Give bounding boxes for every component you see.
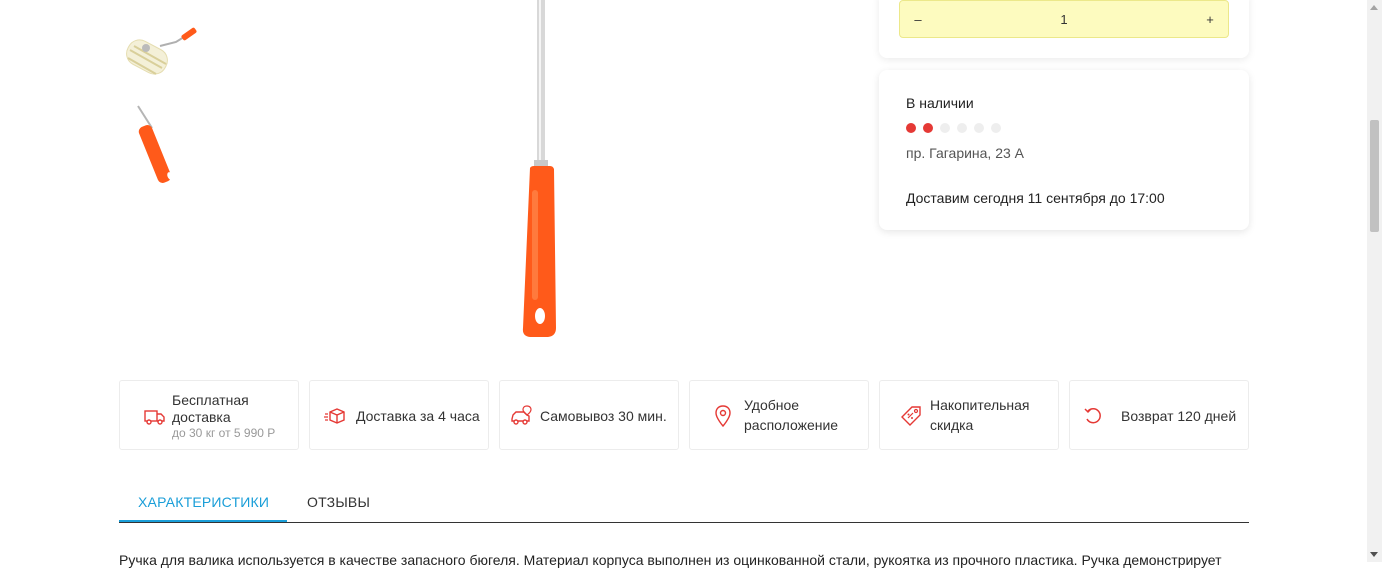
- feature-label-line1: Накопительная: [930, 397, 1030, 413]
- availability-card: В наличии пр. Гагарина, 23 А Доставим се…: [879, 70, 1249, 230]
- feature-sublabel: до 30 кг от 5 990 Р: [172, 426, 276, 440]
- delivery-info: Доставим сегодня 11 сентября до 17:00: [906, 190, 1165, 206]
- feature-label: Доставка за 4 часа: [356, 408, 480, 424]
- feature-label-line2: расположение: [744, 417, 839, 433]
- stock-dot: [974, 123, 984, 133]
- product-main-image: [310, 0, 780, 345]
- tab-characteristics[interactable]: ХАРАКТЕРИСТИКИ: [138, 494, 269, 510]
- stock-dot: [923, 123, 933, 133]
- paint-roller-thumbnail: [126, 27, 197, 75]
- thumbnail-paint-roller[interactable]: [120, 20, 202, 96]
- scroll-up-arrow-icon[interactable]: [1370, 5, 1378, 10]
- feature-label: Самовывоз 30 мин.: [540, 408, 667, 424]
- feature-discount: Накопительная скидка: [879, 380, 1059, 450]
- feature-label-line2: скидка: [930, 417, 974, 433]
- feature-label-line1: Удобное: [744, 397, 800, 413]
- thumbnail-roller-handle[interactable]: [120, 104, 202, 183]
- tab-reviews[interactable]: ОТЗЫВЫ: [307, 494, 370, 510]
- roller-handle-thumbnail: [137, 105, 173, 183]
- feature-return: Возврат 120 дней: [1069, 380, 1249, 450]
- stock-dot: [906, 123, 916, 133]
- roller-handle-image: [310, 0, 780, 345]
- stock-dot: [991, 123, 1001, 133]
- map-pin-icon: [715, 405, 731, 427]
- feature-label: Возврат 120 дней: [1121, 408, 1237, 424]
- page-scrollbar[interactable]: [1367, 0, 1382, 562]
- feature-pickup: Самовывоз 30 мин.: [499, 380, 679, 450]
- feature-location: Удобное расположение: [689, 380, 869, 450]
- quantity-stepper: – 1 +: [899, 0, 1229, 38]
- stock-level-indicator: [906, 123, 1001, 133]
- product-description: Ручка для валика используется в качестве…: [119, 552, 1222, 568]
- quantity-card: – 1 +: [879, 0, 1249, 58]
- stock-dot: [957, 123, 967, 133]
- feature-free-delivery: Бесплатная доставка до 30 кг от 5 990 Р: [119, 380, 299, 450]
- active-tab-underline: [119, 520, 287, 522]
- quantity-value[interactable]: 1: [936, 12, 1192, 27]
- product-tabs: ХАРАКТЕРИСТИКИ ОТЗЫВЫ: [119, 480, 1249, 523]
- free-delivery-truck-icon: [144, 410, 165, 425]
- scroll-thumb[interactable]: [1370, 120, 1379, 232]
- return-arrow-icon: [1084, 407, 1101, 424]
- discount-tag-icon: [901, 406, 921, 426]
- scroll-down-arrow-icon[interactable]: [1370, 552, 1378, 557]
- feature-label-line2: доставка: [172, 409, 231, 425]
- store-address[interactable]: пр. Гагарина, 23 А: [906, 145, 1024, 161]
- fast-box-icon: [324, 408, 345, 424]
- quantity-plus-button[interactable]: +: [1192, 12, 1228, 27]
- stock-dot: [940, 123, 950, 133]
- car-pickup-icon: [511, 405, 532, 425]
- quantity-minus-button[interactable]: –: [900, 12, 936, 27]
- feature-fast-delivery: Доставка за 4 часа: [309, 380, 489, 450]
- availability-status: В наличии: [906, 95, 974, 111]
